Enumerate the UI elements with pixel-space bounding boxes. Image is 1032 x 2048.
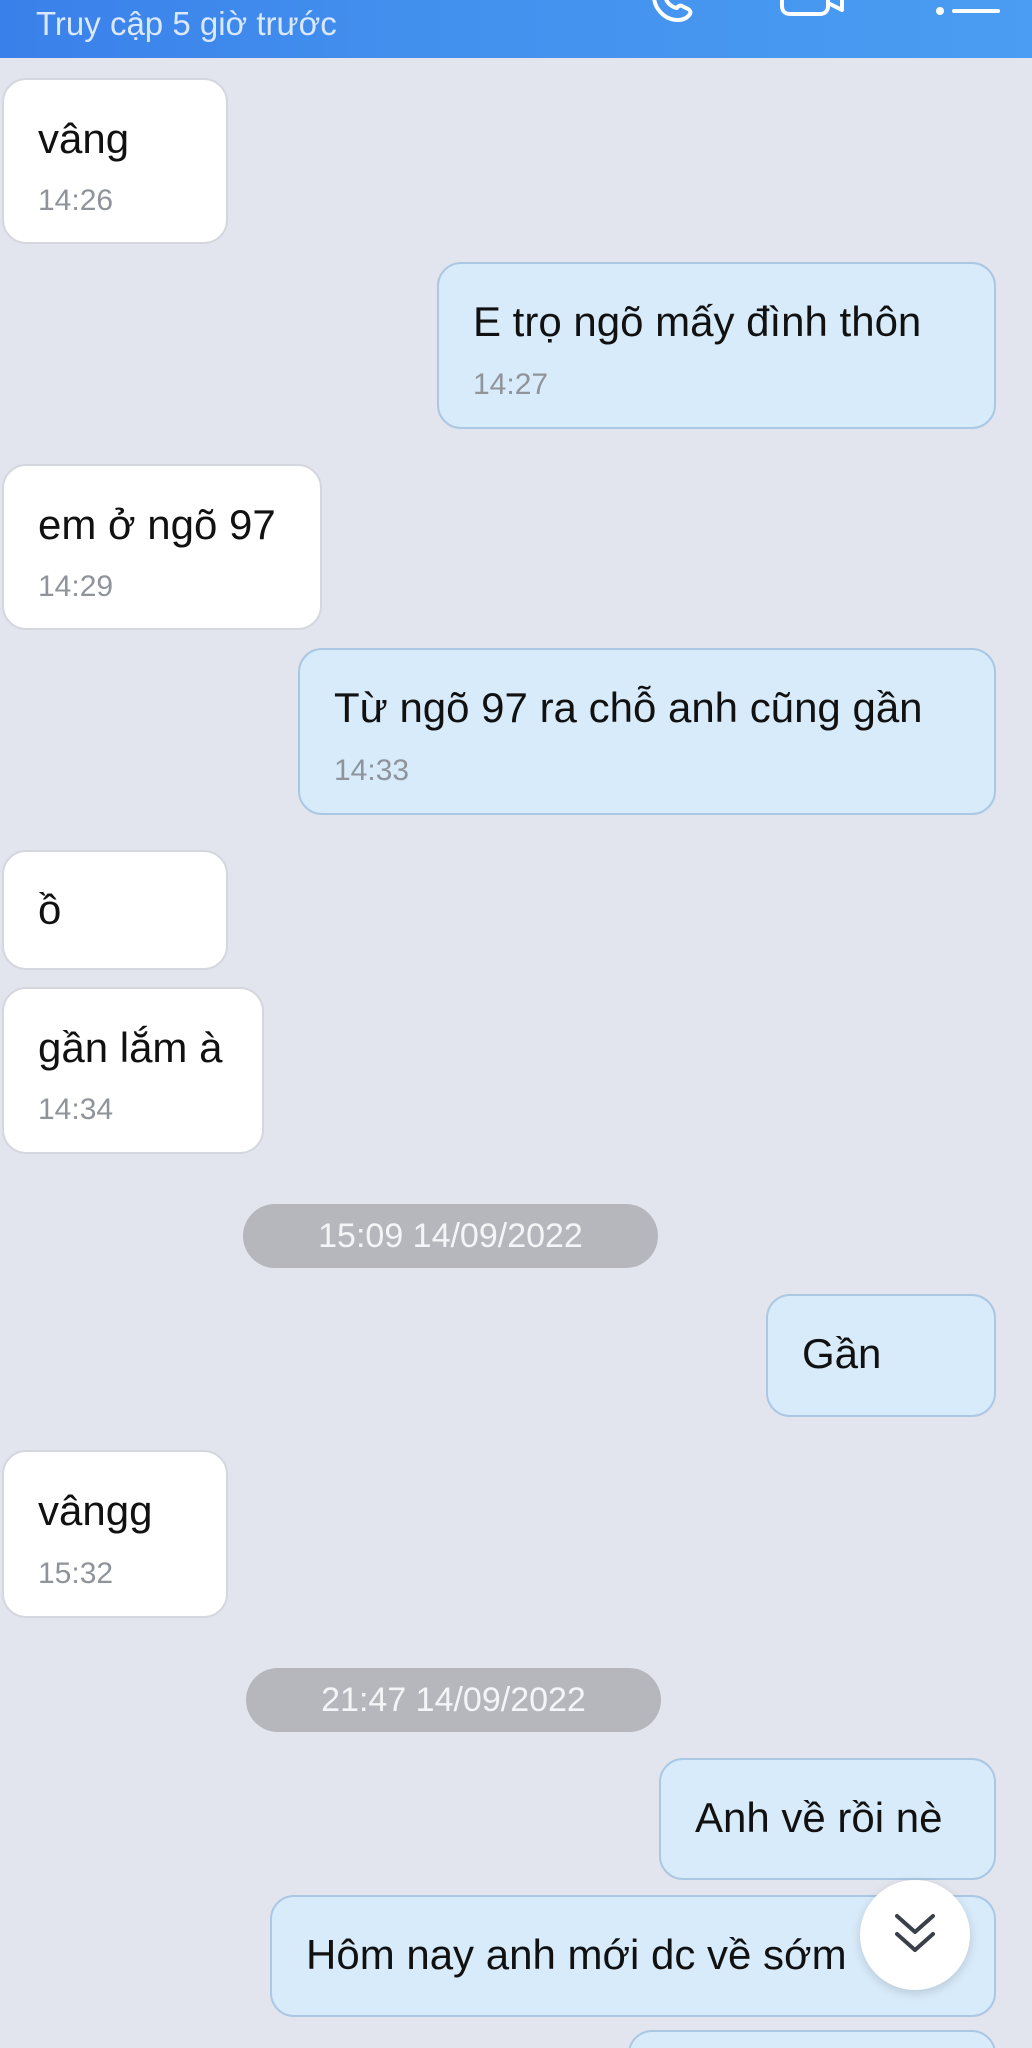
date-separator: 15:09 14/09/2022 xyxy=(243,1204,658,1268)
message-text: gần lắm à xyxy=(38,1024,223,1071)
message-incoming[interactable]: gần lắm à 14:34 xyxy=(2,987,264,1154)
message-time: 14:26 xyxy=(38,184,114,217)
message-outgoing[interactable]: Từ ngõ 97 ra chỗ anh cũng gần 14:33 xyxy=(298,648,996,815)
last-seen-status: Truy cập 5 giờ trước xyxy=(36,5,337,42)
phone-icon[interactable] xyxy=(648,0,708,26)
message-text: Hôm nay anh mới dc về sớm xyxy=(306,1931,847,1978)
message-incoming[interactable]: ồ xyxy=(2,850,228,970)
message-time: 14:29 xyxy=(38,570,114,603)
message-outgoing[interactable]: E trọ ngõ mấy đình thôn 14:27 xyxy=(437,262,996,429)
message-incoming[interactable]: vângg 15:32 xyxy=(2,1450,228,1618)
chat-header: Truy cập 5 giờ trước xyxy=(0,0,1032,58)
message-time: 14:34 xyxy=(38,1093,114,1126)
message-time: 15:32 xyxy=(38,1557,114,1590)
message-outgoing-partial[interactable] xyxy=(628,2030,996,2048)
chat-area[interactable]: vâng 14:26 E trọ ngõ mấy đình thôn 14:27… xyxy=(0,0,1032,2048)
message-text: ồ xyxy=(38,886,62,933)
message-text: Anh về rồi nè xyxy=(695,1794,943,1841)
message-time: 14:27 xyxy=(473,368,549,401)
message-time: 14:33 xyxy=(334,754,410,787)
scroll-to-bottom-button[interactable] xyxy=(860,1880,970,1990)
message-text: Gần xyxy=(802,1330,882,1377)
message-outgoing[interactable]: Anh về rồi nè xyxy=(659,1758,996,1880)
message-incoming[interactable]: vâng 14:26 xyxy=(2,78,228,244)
date-separator: 21:47 14/09/2022 xyxy=(246,1668,661,1732)
message-text: E trọ ngõ mấy đình thôn xyxy=(473,298,922,345)
message-text: vâng xyxy=(38,115,130,162)
menu-icon[interactable] xyxy=(932,0,1012,26)
message-incoming[interactable]: em ở ngõ 97 14:29 xyxy=(2,464,322,630)
message-outgoing[interactable]: Gần xyxy=(766,1294,996,1417)
message-text: Từ ngõ 97 ra chỗ anh cũng gần xyxy=(334,684,923,731)
message-text: em ở ngõ 97 xyxy=(38,501,276,548)
message-text: vângg xyxy=(38,1487,153,1534)
double-chevron-down-icon xyxy=(895,1914,935,1952)
video-call-icon[interactable] xyxy=(778,0,858,26)
